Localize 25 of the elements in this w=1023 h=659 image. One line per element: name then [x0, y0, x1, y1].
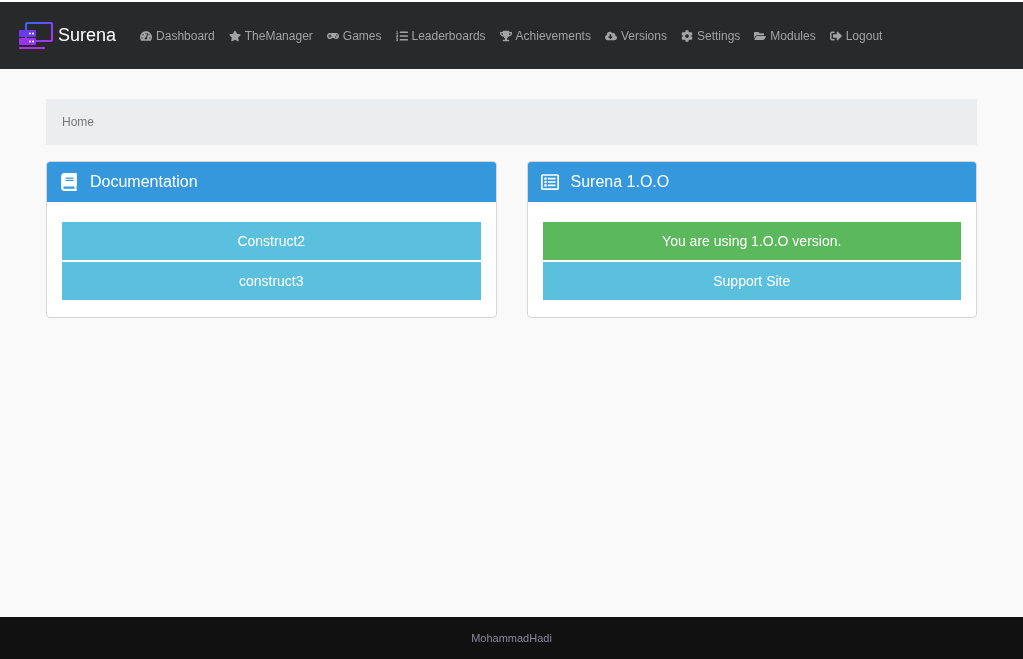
nav-link[interactable]: Versions — [604, 26, 667, 45]
list-window-icon — [540, 173, 559, 191]
nav-link[interactable]: Logout — [829, 26, 883, 45]
dashboard-gauge-icon — [140, 29, 153, 42]
trophy-icon — [499, 29, 512, 42]
star-icon — [228, 29, 241, 42]
panel-title: Surena 1.O.O — [570, 172, 670, 192]
footer-text: MohammadHadi — [471, 630, 552, 646]
brand-link[interactable]: Surena — [18, 20, 117, 51]
folder-icon — [754, 29, 767, 42]
settings-icon — [680, 29, 693, 42]
list-icon — [395, 29, 408, 42]
logo-icon — [18, 20, 54, 51]
nav-link[interactable]: Dashboard — [140, 26, 215, 45]
nav-link[interactable]: TheManager — [228, 26, 313, 45]
nav-link[interactable]: Leaderboards — [395, 26, 486, 45]
panel-title: Documentation — [90, 172, 198, 192]
cloud-download-icon — [604, 29, 617, 42]
nav-link[interactable]: Modules — [754, 26, 816, 45]
nav-link[interactable]: Games — [326, 26, 382, 45]
logout-icon — [829, 29, 842, 42]
nav-link[interactable]: Achievements — [499, 26, 591, 45]
breadcrumb-link[interactable]: Home — [62, 113, 94, 131]
book-icon — [60, 173, 78, 191]
nav-link[interactable]: Settings — [680, 26, 741, 45]
